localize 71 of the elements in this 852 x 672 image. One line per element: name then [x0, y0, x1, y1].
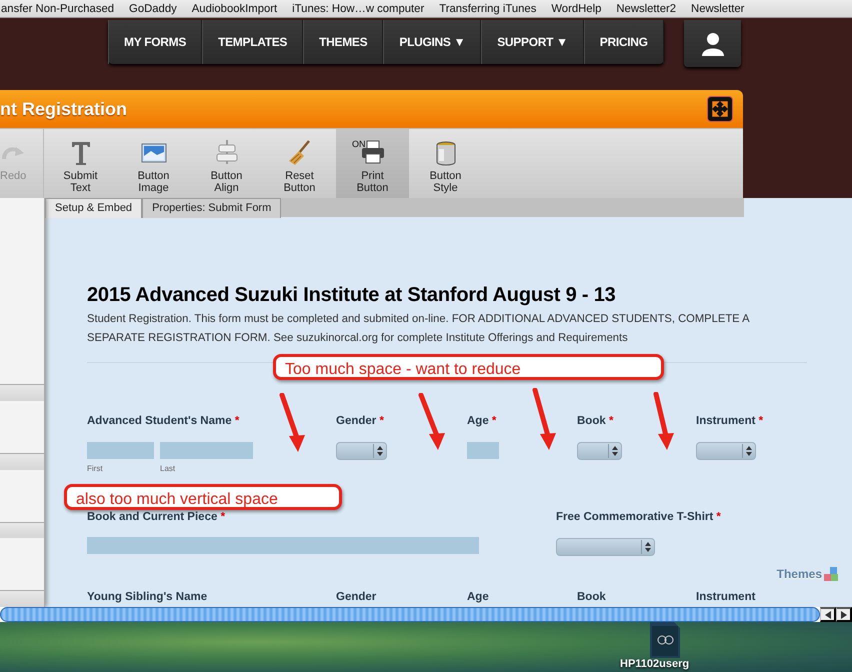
field-label: Instrument * [696, 415, 764, 429]
sidebar-tab[interactable] [0, 522, 44, 538]
bookmark-link[interactable]: AudiobookImport [192, 2, 278, 14]
sidebar-tab[interactable] [0, 590, 44, 607]
field-label: Advanced Student's Name * [87, 415, 240, 429]
field-label: Age [467, 591, 490, 605]
dropdown[interactable] [336, 442, 387, 460]
scroll-right-button[interactable] [836, 607, 852, 622]
bookmark-link[interactable]: Transferring iTunes [439, 2, 536, 14]
up-down-arrows-icon [645, 542, 651, 552]
document-file-icon [650, 622, 680, 658]
left-triangle-icon [824, 610, 830, 618]
bookmark-link[interactable]: Newsletter [691, 2, 744, 14]
text-field[interactable] [467, 442, 499, 459]
sidebar-tab[interactable] [0, 453, 44, 470]
field-sublabel: First [87, 464, 104, 473]
text-field[interactable] [87, 442, 154, 459]
toolbar-button[interactable]: Button Image [117, 129, 190, 198]
nav-menu-item[interactable]: PRICING [584, 20, 664, 64]
maximize-button[interactable] [707, 96, 733, 122]
toolbar-button[interactable]: Button Align [190, 129, 263, 198]
account-button[interactable] [684, 20, 741, 67]
nav-menu-item[interactable]: SUPPORT ▼ [481, 20, 584, 64]
broom-icon [286, 139, 312, 166]
right-triangle-icon [840, 610, 846, 618]
scroll-left-button[interactable] [820, 607, 836, 622]
nav-menu-item[interactable]: MY FORMS [108, 20, 202, 64]
sidebar-tab[interactable] [0, 384, 44, 402]
expand-arrows-icon [711, 100, 729, 118]
window-title: nt Registration [0, 98, 128, 120]
up-down-arrows-icon [612, 446, 618, 456]
field-label: Young Sibling's Name [87, 591, 208, 605]
blocks-icon [824, 567, 838, 581]
toolbar-button[interactable]: ON Print Button [336, 129, 409, 198]
bookmark-link[interactable]: WordHelp [551, 2, 602, 14]
dropdown[interactable] [577, 442, 622, 460]
field-label: Age * [467, 415, 498, 429]
bookmark-link[interactable]: ansfer Non-Purchased [1, 2, 114, 14]
horizontal-scrollbar[interactable] [0, 607, 820, 622]
field-label: Free Commemorative T-Shirt * [556, 511, 722, 525]
annotation-callout: Too much space - want to reduce [273, 354, 664, 380]
bookmark-link[interactable]: iTunes: How…w computer [292, 2, 424, 14]
toolbar-button[interactable]: Submit Text [44, 129, 117, 198]
field-sublabel: Last [160, 464, 176, 473]
form-title: 2015 Advanced Suzuki Institute at Stanford August 9 - 13 [87, 284, 617, 307]
field-label: Gender * [336, 415, 385, 429]
field-label: Book * [577, 415, 614, 429]
on-label: ON [352, 138, 366, 150]
tab[interactable]: Properties: Submit Form [142, 198, 282, 218]
user-silhouette-icon [700, 32, 724, 56]
text-field[interactable] [87, 537, 479, 554]
tab[interactable]: Setup & Embed [45, 198, 142, 218]
toolbar-button[interactable]: Reset Button [263, 129, 336, 198]
field-label: Gender [336, 591, 378, 605]
text-field[interactable] [160, 442, 253, 459]
bookmark-link[interactable]: Newsletter2 [616, 2, 676, 14]
field-label: Instrument [696, 591, 756, 605]
nav-menu-item[interactable]: THEMES [303, 20, 384, 64]
desktop-icon-label[interactable]: HP1102userg [620, 658, 690, 670]
nav-menu-item[interactable]: PLUGINS ▼ [383, 20, 482, 64]
field-label: Book [577, 591, 607, 605]
up-down-arrows-icon [746, 446, 752, 456]
dropdown[interactable] [696, 442, 756, 460]
field-label: Book and Current Piece * [87, 511, 226, 525]
up-down-arrows-icon [377, 446, 383, 456]
toolbar-button[interactable]: Button Style [409, 129, 482, 198]
bookmark-link[interactable]: GoDaddy [129, 2, 177, 14]
form-description: Student Registration. This form must be completed and submited on-line. FOR ADDITIONAL ADVANCED STUDENTS, COMPLETE A SEPARATE REGISTRATION FORM. See suzukinorcal.org for complete Institute Offerings and Requirements [87, 312, 750, 346]
nav-menu-item[interactable]: TEMPLATES [202, 20, 304, 64]
align-icon [214, 139, 240, 166]
annotation-callout: also too much vertical space [64, 484, 342, 510]
